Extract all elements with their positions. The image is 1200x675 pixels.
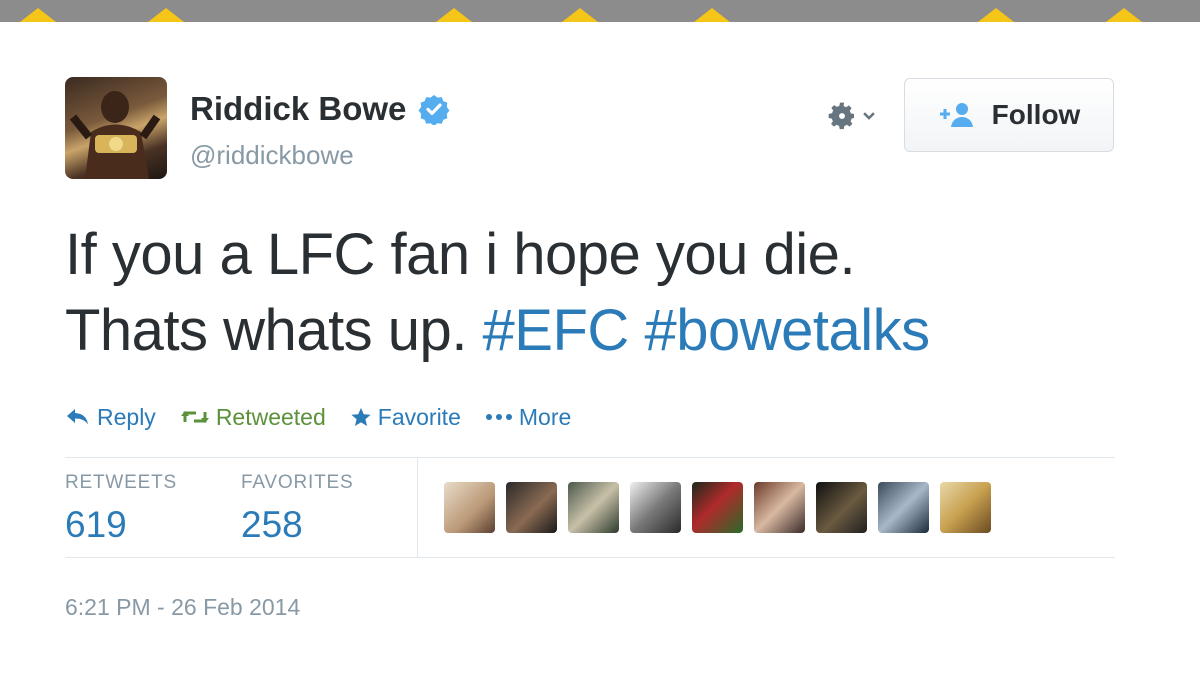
decor-triangle — [436, 8, 472, 22]
user-avatar[interactable] — [692, 482, 743, 533]
divider — [417, 458, 418, 557]
tweet-text: If you a LFC fan i hope you die. Thats w… — [65, 217, 1125, 369]
user-avatar[interactable] — [816, 482, 867, 533]
gear-icon — [828, 102, 854, 130]
user-handle[interactable]: @riddickbowe — [190, 140, 354, 171]
decor-triangle — [20, 8, 56, 22]
more-button[interactable]: More — [485, 404, 571, 431]
favorites-count: 258 — [241, 504, 303, 545]
settings-menu-button[interactable] — [826, 98, 886, 134]
verified-badge-icon — [418, 95, 450, 125]
hashtag-efc[interactable]: #EFC — [483, 298, 630, 363]
tweet-card: Riddick Bowe @riddickbowe Follow If you … — [0, 22, 1200, 675]
favorites-label: FAVORITES — [241, 472, 354, 493]
tweet-line-1: If you a LFC fan i hope you die. — [65, 222, 856, 287]
decor-triangle — [1106, 8, 1142, 22]
display-name[interactable]: Riddick Bowe — [190, 90, 450, 128]
tweet-line-2-text: Thats whats up. — [65, 298, 483, 363]
star-icon — [351, 407, 371, 426]
user-avatar[interactable] — [630, 482, 681, 533]
hashtag-bowetalks[interactable]: #bowetalks — [644, 298, 930, 363]
favorite-button[interactable]: Favorite — [350, 404, 461, 431]
decor-triangle — [148, 8, 184, 22]
display-name-text: Riddick Bowe — [190, 90, 407, 127]
user-avatar[interactable] — [568, 482, 619, 533]
follow-button[interactable]: Follow — [904, 78, 1114, 152]
more-label: More — [518, 403, 572, 430]
ellipsis-icon — [485, 414, 512, 420]
follow-label: Follow — [991, 99, 1081, 130]
favoriters-avatars — [444, 482, 991, 533]
user-avatar[interactable] — [444, 482, 495, 533]
avatar[interactable] — [65, 77, 167, 179]
tweet-line-2: Thats whats up. #EFC #bowetalks — [65, 293, 1125, 369]
avatar-image — [69, 91, 161, 179]
divider — [65, 557, 1115, 558]
decor-triangle — [978, 8, 1014, 22]
decor-triangle — [694, 8, 730, 22]
chevron-down-icon — [863, 112, 875, 120]
top-decoration-bar — [0, 0, 1200, 22]
retweeted-label: Retweeted — [215, 403, 326, 430]
user-avatar[interactable] — [878, 482, 929, 533]
decor-triangle — [562, 8, 598, 22]
favorites-stat[interactable]: FAVORITES 258 — [241, 472, 353, 546]
divider — [65, 457, 1115, 458]
retweets-stat[interactable]: RETWEETS 619 — [65, 472, 177, 546]
reply-button[interactable]: Reply — [65, 404, 156, 431]
user-avatar[interactable] — [940, 482, 991, 533]
retweet-icon — [180, 411, 209, 423]
retweet-button[interactable]: Retweeted — [180, 404, 326, 431]
reply-arrow-icon — [67, 409, 88, 425]
tweet-timestamp[interactable]: 6:21 PM - 26 Feb 2014 — [65, 594, 300, 621]
retweets-label: RETWEETS — [65, 472, 177, 493]
tweet-actions: Reply Retweeted Favorite More — [65, 402, 571, 432]
user-avatar[interactable] — [754, 482, 805, 533]
favorite-label: Favorite — [377, 403, 461, 430]
reply-label: Reply — [97, 403, 156, 430]
add-user-icon — [939, 103, 973, 127]
retweets-count: 619 — [65, 504, 127, 545]
user-avatar[interactable] — [506, 482, 557, 533]
